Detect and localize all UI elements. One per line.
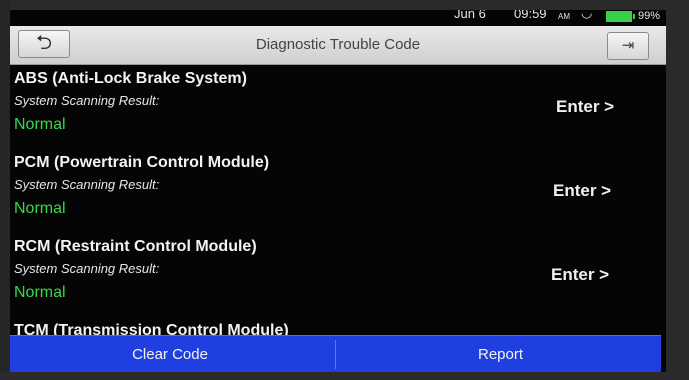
status-bar: Jun 6 09:59 AM ◡ 99% (10, 10, 666, 24)
footer-divider (335, 340, 336, 369)
enter-button-pcm[interactable]: Enter > (553, 181, 611, 201)
module-row-abs: ABS (Anti-Lock Brake System) System Scan… (10, 70, 666, 154)
back-button[interactable]: ⮌ (18, 30, 70, 58)
battery-icon (606, 11, 635, 22)
status-time: 09:59 (514, 10, 547, 21)
device-bezel-left (0, 0, 10, 380)
status-date: Jun 6 (454, 10, 486, 21)
scan-result-label: System Scanning Result: (14, 177, 160, 192)
wifi-icon: ◡ (581, 10, 593, 20)
device-screen: Jun 6 09:59 AM ◡ 99% Diagnostic Trouble … (10, 10, 666, 372)
enter-button-rcm[interactable]: Enter > (551, 265, 609, 285)
back-arrow-icon: ⮌ (35, 32, 53, 54)
device-bezel-right (666, 0, 689, 380)
exit-icon: ⇥ (621, 37, 635, 54)
footer-action-bar: Clear Code Report (10, 335, 661, 372)
clear-code-button[interactable]: Clear Code (10, 336, 330, 372)
exit-button[interactable]: ⇥ (607, 32, 649, 60)
scan-result-label: System Scanning Result: (14, 93, 160, 108)
module-name: PCM (Powertrain Control Module) (14, 154, 270, 171)
status-ampm: AM (558, 12, 570, 21)
scan-result-value: Normal (14, 200, 66, 217)
module-row-rcm: RCM (Restraint Control Module) System Sc… (10, 238, 666, 322)
title-bar: Diagnostic Trouble Code ⮌ ⇥ (10, 26, 666, 65)
report-button[interactable]: Report (340, 336, 661, 372)
scan-result-value: Normal (14, 284, 66, 301)
device-bezel-bottom (0, 372, 689, 380)
module-row-pcm: PCM (Powertrain Control Module) System S… (10, 154, 666, 238)
scan-result-label: System Scanning Result: (14, 261, 160, 276)
enter-button-abs[interactable]: Enter > (556, 97, 614, 117)
page-title: Diagnostic Trouble Code (255, 36, 421, 53)
module-name: ABS (Anti-Lock Brake System) (14, 70, 247, 87)
module-name: RCM (Restraint Control Module) (14, 238, 257, 255)
scan-result-value: Normal (14, 116, 66, 133)
battery-percent: 99% (638, 10, 661, 22)
